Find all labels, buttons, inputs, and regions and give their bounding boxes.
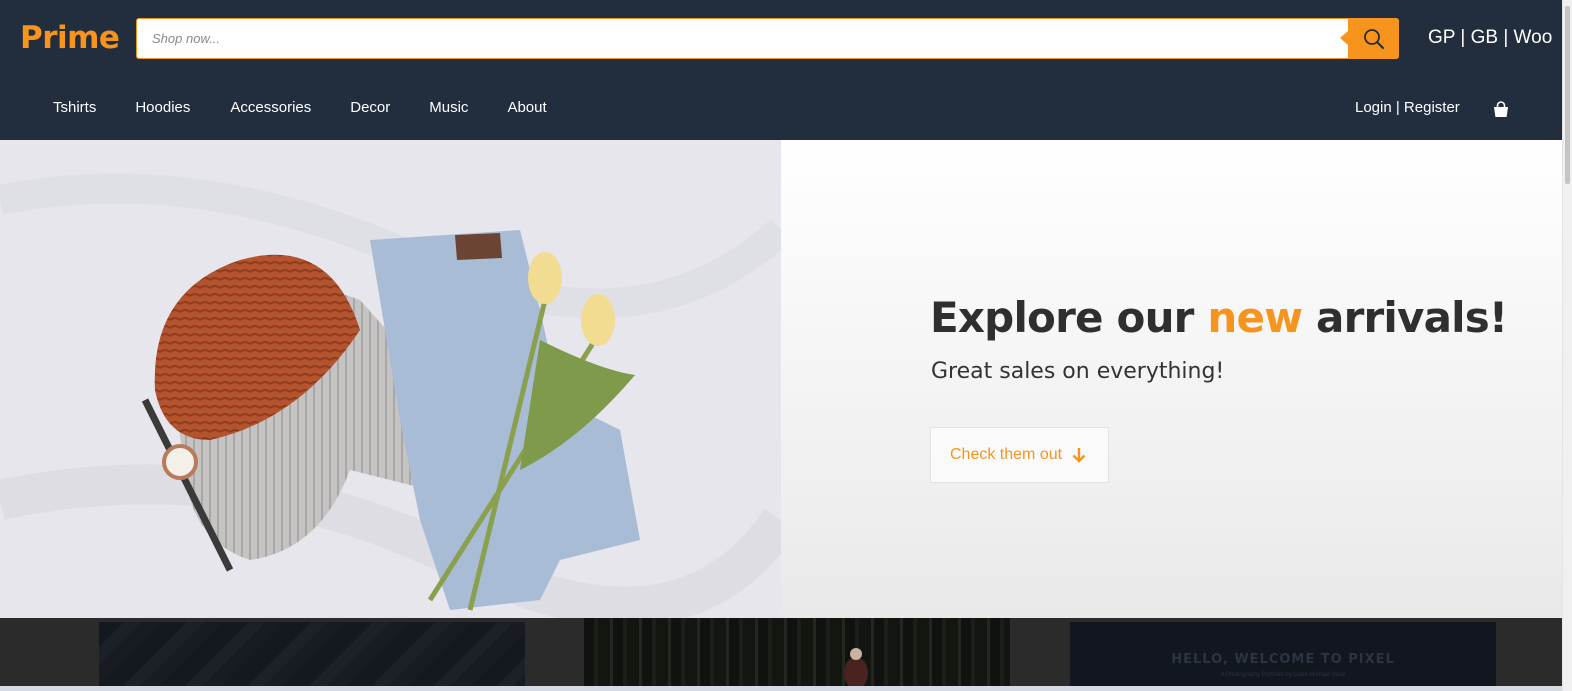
headline-text: Explore our	[930, 293, 1208, 342]
featured-card-books[interactable]	[99, 622, 525, 691]
site-switcher-links[interactable]: GP | GB | Woo	[1428, 27, 1552, 49]
site-header: Prime GP | GB | Woo Tshirts Hoodies Acce…	[0, 0, 1562, 140]
hero-content: Explore our new arrivals! Great sales on…	[781, 140, 1562, 618]
pixel-card-subtitle: A Photography Portfolio by Code Michael …	[1220, 672, 1346, 678]
hero-subheadline: Great sales on everything!	[931, 359, 1225, 384]
cta-label: Check them out	[950, 446, 1063, 463]
nav-item-about[interactable]: About	[507, 99, 546, 116]
featured-strip: HELLO, WELCOME TO PIXEL A Photography Po…	[0, 618, 1562, 691]
hero-image	[0, 140, 781, 618]
search-icon	[1363, 28, 1384, 49]
logo[interactable]: Prime	[20, 20, 120, 56]
pixel-card-title: HELLO, WELCOME TO PIXEL	[1171, 652, 1395, 667]
nav-item-tshirts[interactable]: Tshirts	[53, 99, 96, 116]
scrollbar-thumb[interactable]	[1565, 6, 1570, 184]
hero-photo	[0, 140, 781, 618]
shopping-bag-icon[interactable]	[1493, 101, 1509, 118]
taskbar	[0, 686, 1562, 691]
login-register-link[interactable]: Login | Register	[1355, 99, 1460, 116]
page-scrollbar[interactable]	[1562, 0, 1572, 691]
arrow-down-icon	[1072, 448, 1086, 463]
nav-item-decor[interactable]: Decor	[350, 99, 390, 116]
check-them-out-button[interactable]: Check them out	[930, 427, 1109, 483]
main-nav: Tshirts Hoodies Accessories Decor Music …	[53, 99, 586, 116]
headline-accent: new	[1207, 293, 1303, 342]
nav-item-hoodies[interactable]: Hoodies	[135, 99, 190, 116]
forest-photo	[844, 648, 868, 689]
headline-text-end: arrivals!	[1302, 293, 1508, 342]
search-input[interactable]	[137, 19, 1347, 58]
nav-item-accessories[interactable]: Accessories	[230, 99, 311, 116]
search-bar	[136, 18, 1399, 59]
nav-item-music[interactable]: Music	[429, 99, 468, 116]
featured-card-forest[interactable]	[584, 618, 1010, 691]
featured-card-pixel[interactable]: HELLO, WELCOME TO PIXEL A Photography Po…	[1070, 622, 1496, 691]
search-button[interactable]	[1340, 18, 1399, 59]
hero-headline: Explore our new arrivals!	[930, 293, 1508, 342]
